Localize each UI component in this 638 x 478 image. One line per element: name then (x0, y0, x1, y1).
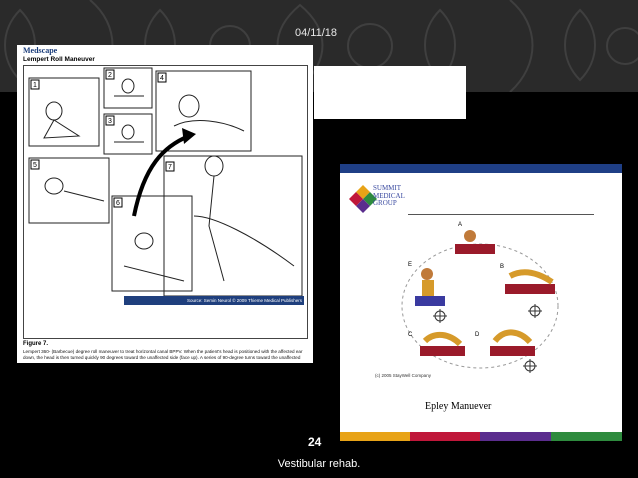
figure-title: Lempert Roll Maneuver (23, 56, 95, 63)
illustration-copyright: (c) 2005 StayWell Company (375, 373, 431, 378)
panel-number: 6 (116, 200, 120, 207)
figure-top-bar (340, 164, 622, 173)
panel-number: 1 (33, 82, 37, 89)
header-rule (408, 214, 594, 215)
footer-text: Vestibular rehab. (277, 458, 361, 470)
epley-maneuver-figure: SUMMIT MEDICAL GROUP A B C D E (c) 2005 … (340, 164, 622, 441)
summit-logo-text: SUMMIT MEDICAL GROUP (373, 184, 405, 207)
position-label: D (475, 332, 480, 338)
blank-text-box (314, 66, 466, 119)
panel-number: 7 (168, 164, 172, 171)
illustration-panels: 1 2 3 4 5 6 7 Source: Semin Neurol © 200… (23, 65, 308, 339)
position-label: C (408, 332, 413, 338)
medscape-logo: Medscape (23, 46, 58, 55)
position-label: A (458, 222, 462, 228)
position-label: B (500, 264, 504, 270)
color-strip-green (551, 432, 622, 441)
source-credit: Source: Semin Neurol © 2009 Thieme Medic… (124, 296, 304, 305)
color-strip-orange (340, 432, 410, 441)
slide-number: 24 (308, 435, 322, 449)
color-strip-red (410, 432, 480, 441)
color-strip-purple (480, 432, 551, 441)
lempert-roll-figure: Medscape Lempert Roll Maneuver 1 2 3 4 5… (17, 45, 313, 363)
slide-date: 04/11/18 (295, 27, 338, 39)
panel-number: 5 (33, 162, 37, 169)
panel-number: 3 (108, 118, 112, 125)
panel-number: 2 (108, 72, 112, 79)
panel-number: 4 (160, 75, 164, 82)
position-label: E (408, 262, 412, 268)
epley-title: Epley Manuever (425, 401, 492, 412)
epley-illustration: A B C D E (401, 222, 559, 373)
figure-caption: Lempert 360- (Barbecue) degree roll mane… (23, 349, 303, 360)
figure-label: Figure 7. (23, 341, 49, 347)
